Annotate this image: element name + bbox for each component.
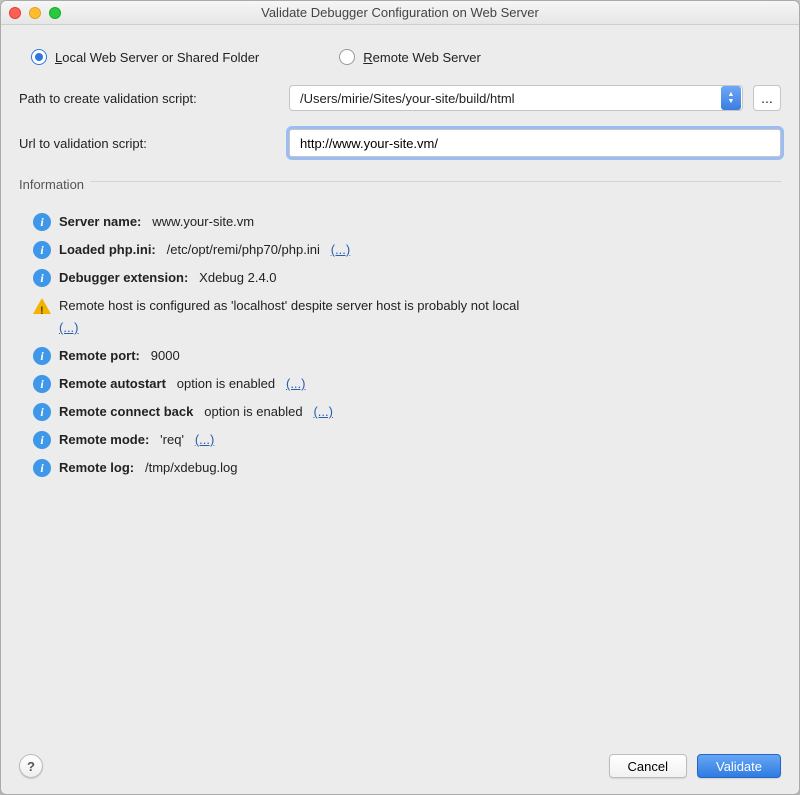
- url-input-wrapper: [289, 129, 781, 157]
- info-remote-log: i Remote log: /tmp/xdebug.log: [33, 454, 781, 482]
- remote-connect-back-suffix: option is enabled: [204, 404, 302, 419]
- info-remote-mode: i Remote mode: 'req' (...): [33, 426, 781, 454]
- path-label: Path to create validation script:: [19, 91, 279, 106]
- warning-remote-host: Remote host is configured as 'localhost'…: [33, 292, 781, 342]
- information-title: Information: [19, 171, 84, 192]
- info-icon: i: [33, 213, 51, 231]
- radio-remote-web-server[interactable]: Remote Web Server: [339, 49, 481, 65]
- server-type-radio-group: Local Web Server or Shared Folder Remote…: [19, 43, 781, 81]
- remote-port-label: Remote port:: [59, 348, 140, 363]
- dialog-window: Validate Debugger Configuration on Web S…: [0, 0, 800, 795]
- info-remote-connect-back: i Remote connect back option is enabled …: [33, 398, 781, 426]
- traffic-lights: [9, 7, 61, 19]
- info-icon: i: [33, 375, 51, 393]
- info-remote-autostart: i Remote autostart option is enabled (..…: [33, 370, 781, 398]
- remote-log-label: Remote log:: [59, 460, 134, 475]
- info-icon: i: [33, 269, 51, 287]
- url-input[interactable]: [298, 135, 772, 152]
- info-icon: i: [33, 459, 51, 477]
- zoom-window-button[interactable]: [49, 7, 61, 19]
- php-ini-value: /etc/opt/remi/php70/php.ini: [167, 242, 320, 257]
- remote-autostart-link[interactable]: (...): [286, 376, 306, 391]
- debugger-ext-label: Debugger extension:: [59, 270, 188, 285]
- radio-local-web-server[interactable]: Local Web Server or Shared Folder: [31, 49, 259, 65]
- information-section-header: Information: [19, 171, 781, 192]
- path-value: /Users/mirie/Sites/your-site/build/html: [290, 91, 720, 106]
- info-icon: i: [33, 431, 51, 449]
- server-name-value: www.your-site.vm: [152, 214, 254, 229]
- minimize-window-button[interactable]: [29, 7, 41, 19]
- help-button[interactable]: ?: [19, 754, 43, 778]
- close-window-button[interactable]: [9, 7, 21, 19]
- info-icon: i: [33, 403, 51, 421]
- info-remote-port: i Remote port: 9000: [33, 342, 781, 370]
- validate-button[interactable]: Validate: [697, 754, 781, 778]
- info-server-name: i Server name: www.your-site.vm: [33, 208, 781, 236]
- remote-autostart-label: Remote autostart: [59, 376, 166, 391]
- combobox-stepper-icon: ▲▼: [721, 86, 741, 110]
- radio-remote-label: Remote Web Server: [363, 50, 481, 65]
- warning-icon: [33, 298, 51, 314]
- debugger-ext-value: Xdebug 2.4.0: [199, 270, 276, 285]
- url-label: Url to validation script:: [19, 136, 279, 151]
- cancel-button[interactable]: Cancel: [609, 754, 687, 778]
- remote-mode-link[interactable]: (...): [195, 432, 215, 447]
- remote-mode-label: Remote mode:: [59, 432, 149, 447]
- radio-indicator-selected: [31, 49, 47, 65]
- titlebar: Validate Debugger Configuration on Web S…: [1, 1, 799, 25]
- info-php-ini: i Loaded php.ini: /etc/opt/remi/php70/ph…: [33, 236, 781, 264]
- warning-link[interactable]: (...): [59, 320, 79, 335]
- browse-path-button[interactable]: ...: [753, 85, 781, 111]
- remote-autostart-suffix: option is enabled: [177, 376, 275, 391]
- info-icon: i: [33, 241, 51, 259]
- remote-connect-back-label: Remote connect back: [59, 404, 193, 419]
- dialog-footer: ? Cancel Validate: [1, 744, 799, 794]
- server-name-label: Server name:: [59, 214, 141, 229]
- information-list: i Server name: www.your-site.vm i Loaded…: [19, 204, 781, 482]
- info-icon: i: [33, 347, 51, 365]
- remote-port-value: 9000: [151, 348, 180, 363]
- window-title: Validate Debugger Configuration on Web S…: [9, 5, 791, 20]
- section-divider: [90, 181, 781, 182]
- dialog-content: Local Web Server or Shared Folder Remote…: [1, 25, 799, 744]
- remote-mode-value: 'req': [160, 432, 184, 447]
- remote-connect-back-link[interactable]: (...): [313, 404, 333, 419]
- php-ini-link[interactable]: (...): [331, 242, 351, 257]
- radio-local-label: Local Web Server or Shared Folder: [55, 50, 259, 65]
- radio-indicator: [339, 49, 355, 65]
- info-debugger-extension: i Debugger extension: Xdebug 2.4.0: [33, 264, 781, 292]
- warning-text: Remote host is configured as 'localhost'…: [59, 298, 519, 313]
- php-ini-label: Loaded php.ini:: [59, 242, 156, 257]
- remote-log-value: /tmp/xdebug.log: [145, 460, 238, 475]
- path-row: Path to create validation script: /Users…: [19, 81, 781, 125]
- path-combobox[interactable]: /Users/mirie/Sites/your-site/build/html …: [289, 85, 743, 111]
- url-row: Url to validation script:: [19, 125, 781, 171]
